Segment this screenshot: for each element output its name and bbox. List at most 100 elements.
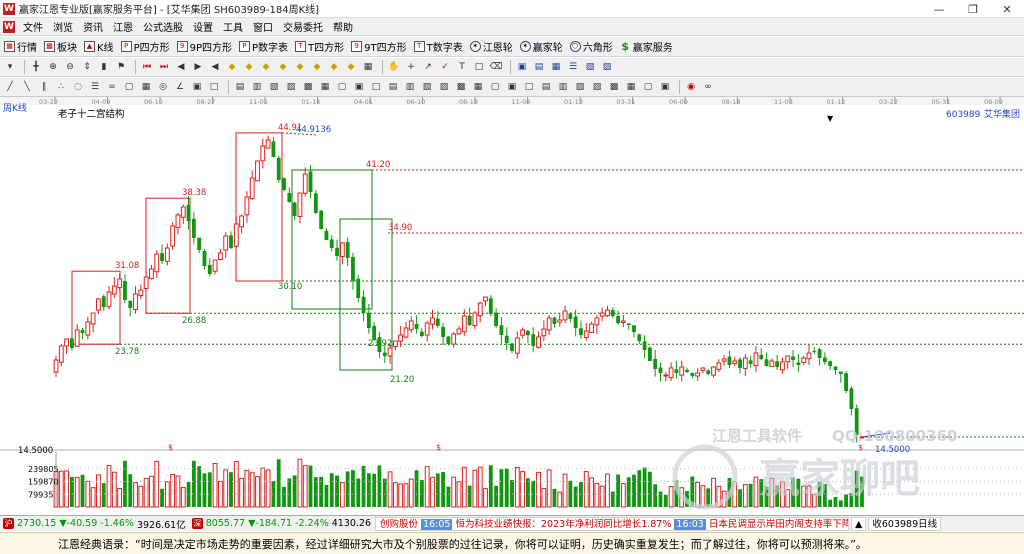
tool-t-icon[interactable]: ▥	[556, 80, 570, 94]
tool-z-icon[interactable]: ▣	[658, 80, 672, 94]
grid-tool-icon[interactable]: ▦	[139, 80, 153, 94]
toolbar-service-button[interactable]: $ 赢家服务	[620, 39, 672, 54]
tool-v-icon[interactable]: ▨	[590, 80, 604, 94]
sh-index[interactable]: 2730.15	[17, 518, 56, 529]
tool-q-icon[interactable]: ▣	[505, 80, 519, 94]
tool-a-icon[interactable]: ▤	[233, 80, 247, 94]
menu-settings[interactable]: 设置	[188, 19, 218, 34]
tool-k-icon[interactable]: ▥	[403, 80, 417, 94]
tool-w-icon[interactable]: ▩	[607, 80, 621, 94]
diamond-icon[interactable]: ◆	[276, 60, 290, 74]
tool-b-icon[interactable]: ▥	[250, 80, 264, 94]
save-icon[interactable]: ▣	[515, 60, 529, 74]
flag-icon[interactable]: ⚑	[114, 60, 128, 74]
tool-f-icon[interactable]: ▦	[318, 80, 332, 94]
arc-tool-icon[interactable]: ◌	[71, 80, 85, 94]
square-tool-icon[interactable]: □	[207, 80, 221, 94]
toolbar-p-table-button[interactable]: P P数字表	[239, 39, 288, 54]
fan-tool-icon[interactable]: ∴	[54, 80, 68, 94]
list-icon[interactable]: ☰	[566, 60, 580, 74]
tool-p-icon[interactable]: ▢	[488, 80, 502, 94]
menu-window[interactable]: 窗口	[248, 19, 278, 34]
gann-color-icon[interactable]: ◉	[684, 80, 698, 94]
angle-tool-icon[interactable]: ∠	[173, 80, 187, 94]
stock-daily-label[interactable]: 收603989日线	[868, 516, 942, 531]
tool-g-icon[interactable]: ▢	[335, 80, 349, 94]
menu-file[interactable]: 文件	[18, 19, 48, 34]
hand-icon[interactable]: ✋	[387, 60, 401, 74]
spiral-tool-icon[interactable]: ◎	[156, 80, 170, 94]
tool-s-icon[interactable]: ▤	[539, 80, 553, 94]
chart-area[interactable]: 03-23 04-09 06-10 08-27 11-05 01-14 04-01 06-10…	[0, 97, 1024, 515]
toolbar-winner-wheel-button[interactable]: ✶ 赢家轮	[519, 39, 563, 54]
diamond-icon[interactable]: ◆	[344, 60, 358, 74]
plus-icon[interactable]: +	[404, 60, 418, 74]
zoom-out-icon[interactable]: ⊖	[63, 60, 77, 74]
tool-o-icon[interactable]: ▦	[471, 80, 485, 94]
tool-i-icon[interactable]: □	[369, 80, 383, 94]
toolbar-p-square-button[interactable]: P P四方形	[120, 39, 170, 54]
gann-box-icon[interactable]: ▣	[190, 80, 204, 94]
tool-x-icon[interactable]: ▦	[624, 80, 638, 94]
menu-help[interactable]: 帮助	[328, 19, 358, 34]
news-ticker[interactable]: 创购股份 16:05 恒为科技业绩快报：2023年净利润同比增长1.87% 16…	[375, 516, 850, 531]
tool-e-icon[interactable]: ▩	[301, 80, 315, 94]
tool-m-icon[interactable]: ▨	[437, 80, 451, 94]
tool-l-icon[interactable]: ▧	[420, 80, 434, 94]
tool-r-icon[interactable]: □	[522, 80, 536, 94]
left-icon[interactable]: ◀	[208, 60, 222, 74]
first-icon[interactable]: ⏮	[140, 60, 154, 74]
table-icon[interactable]: ▦	[549, 60, 563, 74]
restore-icon[interactable]: ❐	[956, 0, 990, 18]
tool-j-icon[interactable]: ▤	[386, 80, 400, 94]
up-down-icon[interactable]: ⇕	[80, 60, 94, 74]
diamond-icon[interactable]: ◆	[327, 60, 341, 74]
print-icon[interactable]: ▤	[532, 60, 546, 74]
cursor-icon[interactable]: ↗	[421, 60, 435, 74]
sz-index[interactable]: 8055.77	[206, 518, 245, 529]
line-tool-icon[interactable]: ╱	[3, 80, 17, 94]
minimize-icon[interactable]: —	[922, 0, 956, 18]
toolbar-quote-button[interactable]: ▦ 行情	[4, 39, 37, 54]
box-tool-icon[interactable]: ▢	[122, 80, 136, 94]
diamond-icon[interactable]: ◆	[293, 60, 307, 74]
menu-formula[interactable]: 公式选股	[138, 19, 188, 34]
diamond-icon[interactable]: ◆	[259, 60, 273, 74]
eraser-icon[interactable]: ⌫	[489, 60, 503, 74]
menu-gann[interactable]: 江恩	[108, 19, 138, 34]
tool-h-icon[interactable]: ▣	[352, 80, 366, 94]
menu-trade[interactable]: 交易委托	[278, 19, 328, 34]
car-icon[interactable]: ▨	[600, 60, 614, 74]
diamond-icon[interactable]: ◆	[310, 60, 324, 74]
candle-type-icon[interactable]: ▮	[97, 60, 111, 74]
diamond-icon[interactable]: ◆	[225, 60, 239, 74]
kline-chart[interactable]: 03-23 04-09 06-10 08-27 11-05 01-14 04-01 06-10…	[0, 97, 1024, 515]
toolbar-t-square-button[interactable]: T T四方形	[295, 39, 344, 54]
toolbar-t-table-button[interactable]: T T数字表	[413, 39, 463, 54]
crosshair-icon[interactable]: ╋	[29, 60, 43, 74]
close-icon[interactable]: ✕	[990, 0, 1024, 18]
toolbar-hexagon-button[interactable]: ⬡ 六角形	[569, 39, 613, 54]
toolbar-9p-square-button[interactable]: 9 9P四方形	[176, 39, 232, 54]
dropdown-triangle-icon[interactable]: ▼	[827, 114, 834, 123]
menu-info[interactable]: 资讯	[78, 19, 108, 34]
tool-d-icon[interactable]: ▨	[284, 80, 298, 94]
zoom-in-icon[interactable]: ⊕	[46, 60, 60, 74]
text-icon[interactable]: T	[455, 60, 469, 74]
channel-tool-icon[interactable]: ∥	[37, 80, 51, 94]
ray-tool-icon[interactable]: ╲	[20, 80, 34, 94]
dropdown-icon[interactable]: ▾	[3, 60, 17, 74]
diamond-icon[interactable]: ◆	[242, 60, 256, 74]
toolbar-gann-wheel-button[interactable]: ✶ 江恩轮	[469, 39, 513, 54]
toolbar-sector-button[interactable]: ▩ 板块	[44, 39, 77, 54]
news-arrow-icon[interactable]: ▲	[851, 516, 867, 531]
menu-browse[interactable]: 浏览	[48, 19, 78, 34]
last-icon[interactable]: ⏭	[157, 60, 171, 74]
tool-u-icon[interactable]: ▧	[573, 80, 587, 94]
shape-icon[interactable]: □	[472, 60, 486, 74]
infinity-icon[interactable]: ∞	[701, 80, 715, 94]
prev-icon[interactable]: ◀	[174, 60, 188, 74]
grid-icon[interactable]: ▦	[361, 60, 375, 74]
tool-c-icon[interactable]: ▧	[267, 80, 281, 94]
cycle-tool-icon[interactable]: ∞	[105, 80, 119, 94]
